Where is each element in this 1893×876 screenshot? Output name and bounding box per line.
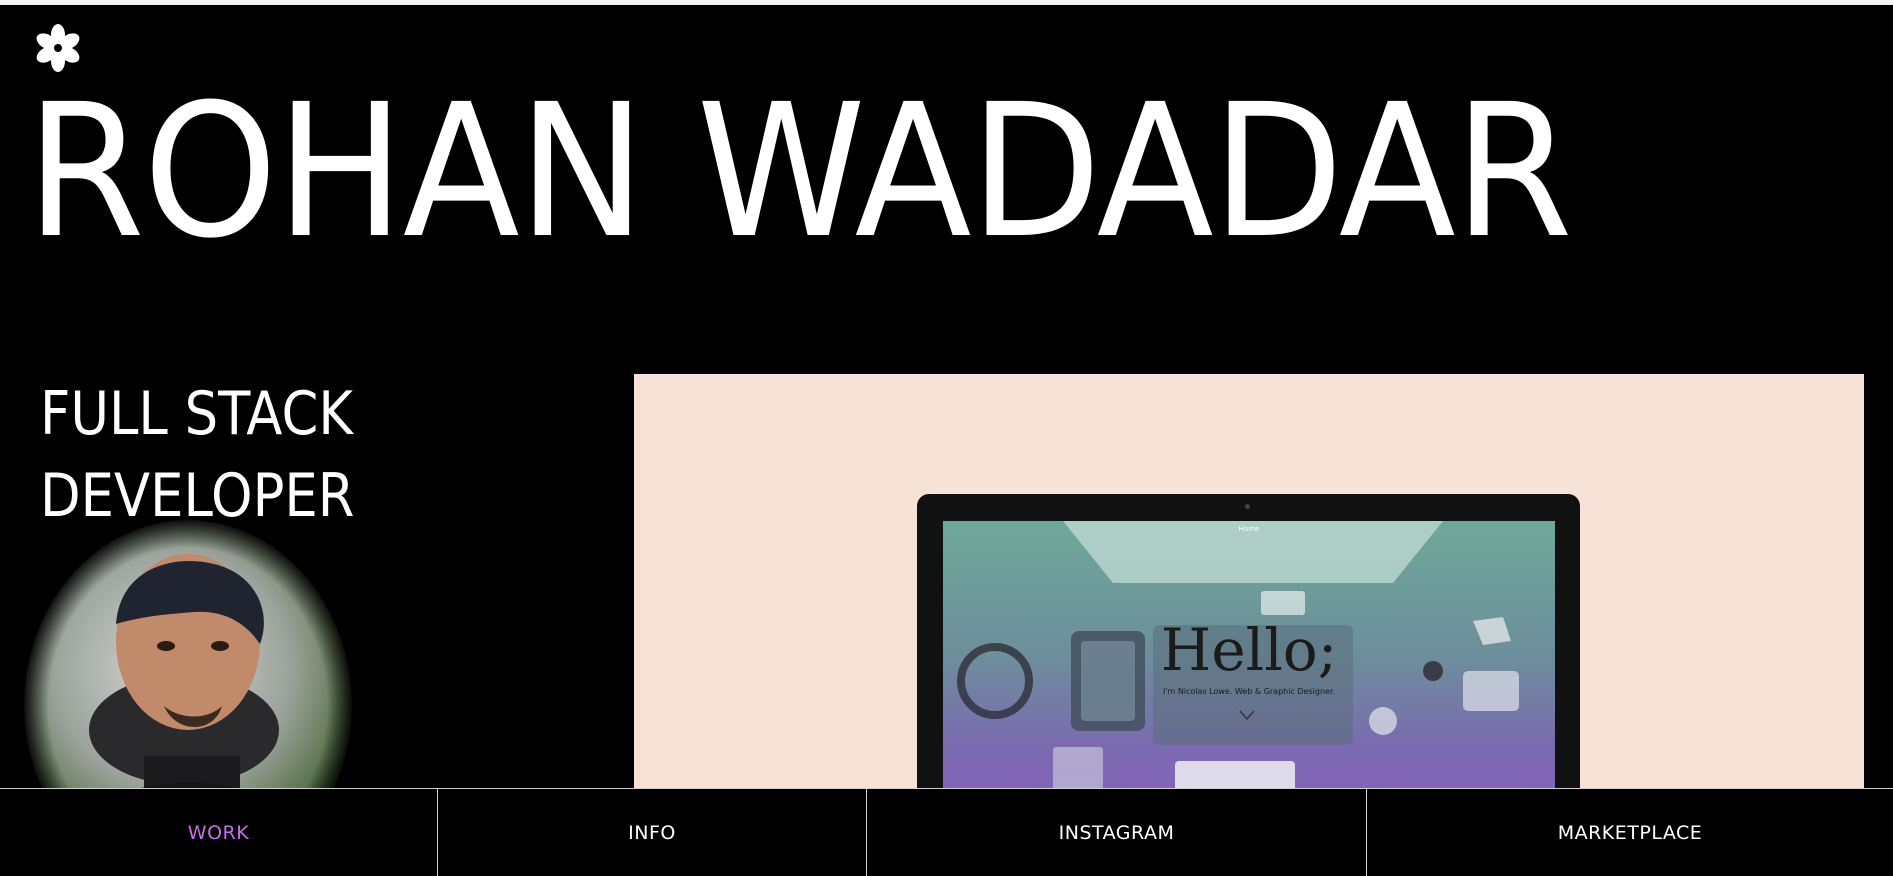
role-line-2: DEVELOPER (40, 461, 355, 531)
role-line-1: FULL STACK (40, 379, 353, 449)
chevron-down-icon (1239, 710, 1255, 721)
avatar (24, 520, 352, 796)
screen-nav-text: Home (1238, 525, 1260, 533)
nav-item-marketplace[interactable]: MARKETPLACE (1366, 789, 1893, 876)
screen-subtext: I'm Nicolas Lowe. Web & Graphic Designer… (1162, 687, 1336, 696)
monitor-screen: Home Hello; I'm Nicolas Lowe. Web & Grap… (943, 521, 1555, 790)
avatar-photo (24, 520, 352, 796)
nav-item-info[interactable]: INFO (437, 789, 866, 876)
monitor-camera (1245, 504, 1250, 509)
nav-item-work[interactable]: WORK (0, 789, 437, 876)
project-preview-card[interactable]: Home Hello; I'm Nicolas Lowe. Web & Grap… (634, 374, 1864, 790)
bottom-nav: WORK INFO INSTAGRAM MARKETPLACE (0, 788, 1893, 876)
top-strip (0, 0, 1893, 5)
screen-headline: Hello; (1160, 616, 1338, 684)
nav-item-instagram[interactable]: INSTAGRAM (866, 789, 1366, 876)
monitor-mockup: Home Hello; I'm Nicolas Lowe. Web & Grap… (917, 494, 1580, 790)
page-title: ROHAN WADADAR (26, 65, 1573, 279)
portfolio-page: ROHAN WADADAR FULL STACK DEVELOPER Home … (0, 0, 1893, 876)
